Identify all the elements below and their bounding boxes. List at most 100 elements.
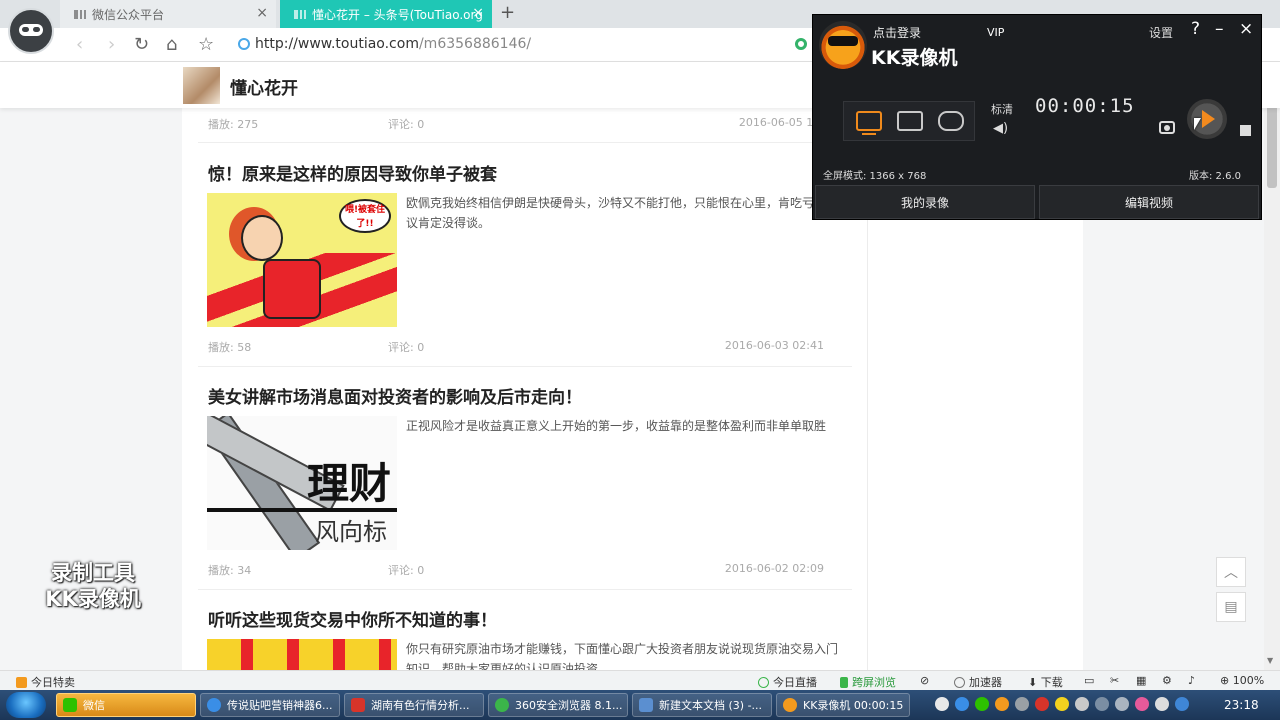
- back-icon[interactable]: ‹: [76, 34, 83, 55]
- author-name[interactable]: 懂心花开: [230, 74, 298, 99]
- mute-icon[interactable]: ♪: [1188, 674, 1195, 687]
- download-button[interactable]: ⬇ 下载: [1028, 674, 1063, 690]
- bluetooth-icon[interactable]: [1175, 697, 1189, 711]
- plus-icon[interactable]: [1055, 697, 1069, 711]
- zoom-level[interactable]: ⊕ 100%: [1220, 674, 1264, 687]
- reader-icon[interactable]: ▭: [1084, 674, 1094, 687]
- back-to-top-button[interactable]: ︿: [1216, 557, 1246, 587]
- comment-count[interactable]: 评论: 0: [388, 562, 424, 578]
- browser-logo-icon[interactable]: [8, 8, 54, 54]
- taskbar-item-360-browser[interactable]: 360安全浏览器 8.1...: [488, 693, 628, 717]
- article-summary: 正视风险才是收益真正意义上开始的第一步，收益靠的是整体盈利而非单单取胜: [406, 419, 827, 433]
- play-count: 播放: 34: [208, 564, 252, 577]
- scrollbar-thumb[interactable]: [1267, 102, 1277, 188]
- play-count: 播放: 275: [208, 118, 259, 131]
- url-field[interactable]: http://www.toutiao.com/m6356886146/: [238, 36, 531, 52]
- forward-icon[interactable]: ›: [108, 34, 115, 55]
- tab-toutiao[interactable]: 懂心花开 – 头条号(TouTiao.org ×: [280, 0, 492, 28]
- region-mode-icon[interactable]: [897, 111, 923, 131]
- feedback-button[interactable]: ▤: [1216, 592, 1246, 622]
- url-host: http://www.toutiao.com: [255, 36, 419, 52]
- article-meta: 播放: 58 评论: 0 2016-06-03 02:41: [208, 339, 824, 355]
- settings-icon[interactable]: ⚙: [1162, 674, 1172, 687]
- taskbar-item-tieba[interactable]: 传说贴吧营销神器6...: [200, 693, 340, 717]
- login-link[interactable]: 点击登录: [873, 24, 921, 41]
- security-icon[interactable]: [1035, 697, 1049, 711]
- browser-status-bar: 今日特卖 今日直播 跨屏浏览 ⊘ 加速器 ⬇ 下载 ▭ ✂ ▦ ⚙ ♪ ⊕ 10…: [0, 670, 1280, 690]
- article-title[interactable]: 美女讲解市场消息面对投资者的影响及后市走向！: [208, 383, 582, 408]
- version-label: 版本: 2.6.0: [1189, 171, 1241, 182]
- accelerator-button[interactable]: 加速器: [954, 674, 1002, 690]
- vip-badge[interactable]: VIP: [987, 26, 1004, 39]
- help-icon[interactable]: [935, 697, 949, 711]
- monitor-icon[interactable]: [1095, 697, 1109, 711]
- start-button[interactable]: [6, 692, 46, 718]
- refresh-icon[interactable]: ↻: [134, 34, 149, 55]
- flag-tray-icon[interactable]: [1115, 697, 1129, 711]
- article-summary: 你只有研究原油市场才能赚钱，下面懂心跟广大投资者朋友说说现货原油交易入门知识，帮…: [406, 642, 839, 670]
- comment-count[interactable]: 评论: 0: [388, 116, 424, 132]
- system-clock[interactable]: 23:18: [1224, 698, 1259, 712]
- tab-label: 微信公众平台: [92, 7, 165, 22]
- globe-icon: [238, 38, 250, 50]
- screenshot-icon[interactable]: ✂: [1110, 674, 1119, 687]
- my-recordings-button[interactable]: 我的录像: [815, 185, 1035, 219]
- extension-icon[interactable]: [795, 38, 807, 50]
- kk-tray-icon[interactable]: [995, 697, 1009, 711]
- quality-selector[interactable]: 标清: [991, 101, 1013, 117]
- speaker-icon[interactable]: [1075, 697, 1089, 711]
- wechat-tray-icon[interactable]: [975, 697, 989, 711]
- page-scrollbar[interactable]: ▲ ▼: [1264, 62, 1280, 670]
- stop-button[interactable]: [1240, 125, 1251, 136]
- fullscreen-mode-icon[interactable]: [856, 111, 882, 135]
- home-icon[interactable]: ⌂: [166, 34, 177, 55]
- bookmark-star-icon[interactable]: ☆: [198, 34, 214, 55]
- minimize-button[interactable]: –: [1215, 19, 1224, 39]
- tab-wechat[interactable]: 微信公众平台 ×: [60, 0, 276, 28]
- kk-recorder-window: 点击登录 VIP KK录像机 设置 ? – × 标清 ◀) 00:00:15 全…: [812, 14, 1262, 220]
- edit-video-button[interactable]: 编辑视频: [1039, 185, 1259, 219]
- divider: [198, 366, 852, 367]
- taskbar-item-wechat[interactable]: 微信: [56, 693, 196, 717]
- clean-icon[interactable]: ⊘: [920, 674, 929, 687]
- thumbnail-caption-small: 风向标: [315, 518, 387, 546]
- taskbar-item-hunan[interactable]: 湖南有色行情分析...: [344, 693, 484, 717]
- settings-button[interactable]: 设置: [1149, 24, 1173, 41]
- play-count: 播放: 58: [208, 341, 252, 354]
- scroll-down-icon[interactable]: ▼: [1267, 656, 1273, 665]
- article-summary: 欧佩克我始终相信伊朗是快硬骨头，沙特又不能打他，只能恨在心里，肯吃亏，会议肯定没…: [406, 196, 839, 230]
- author-avatar[interactable]: [183, 67, 220, 104]
- speaker-icon[interactable]: ◀): [993, 121, 1008, 136]
- comment-count[interactable]: 评论: 0: [388, 339, 424, 355]
- article-thumbnail[interactable]: [207, 639, 397, 670]
- tab-close-button[interactable]: ×: [472, 5, 484, 21]
- game-mode-icon[interactable]: [938, 111, 964, 131]
- article-title[interactable]: 惊！原来是这样的原因导致你单子被套: [208, 160, 497, 185]
- volume-icon[interactable]: [1015, 697, 1029, 711]
- recording-watermark: 录制工具 KK录像机: [28, 560, 158, 612]
- record-button[interactable]: [1187, 99, 1227, 139]
- thumbnail-speech-bubble: 喂!被套住了!!: [339, 199, 391, 233]
- qq-icon[interactable]: [1135, 697, 1149, 711]
- taskbar-item-notepad[interactable]: 新建文本文档 (3) -...: [632, 693, 772, 717]
- article-meta: 播放: 275 评论: 0 2016-06-05 14:: [208, 116, 824, 132]
- new-tab-button[interactable]: +: [500, 2, 515, 23]
- document-icon: [351, 698, 365, 712]
- phone-icon: [840, 677, 848, 688]
- notes-icon[interactable]: ▦: [1136, 674, 1146, 687]
- camera-icon[interactable]: [1159, 121, 1175, 134]
- help-button[interactable]: ?: [1191, 19, 1200, 39]
- cross-screen-link[interactable]: 跨屏浏览: [840, 674, 896, 690]
- article-thumbnail[interactable]: 理财 风向标: [207, 416, 397, 550]
- article-thumbnail[interactable]: 喂!被套住了!!: [207, 193, 397, 327]
- usb-icon[interactable]: [1155, 697, 1169, 711]
- live-link[interactable]: 今日直播: [758, 674, 817, 690]
- close-button[interactable]: ×: [1239, 19, 1253, 39]
- daily-deals-link[interactable]: 今日特卖: [16, 674, 75, 690]
- watermark-line-2: KK录像机: [45, 587, 141, 611]
- article-title[interactable]: 听听这些现货交易中你所不知道的事！: [208, 606, 497, 631]
- tab-close-button[interactable]: ×: [256, 5, 268, 21]
- network-icon[interactable]: [955, 697, 969, 711]
- taskbar-item-kk-recorder[interactable]: KK录像机 00:00:15: [776, 693, 910, 717]
- watermark-line-1: 录制工具: [51, 561, 135, 585]
